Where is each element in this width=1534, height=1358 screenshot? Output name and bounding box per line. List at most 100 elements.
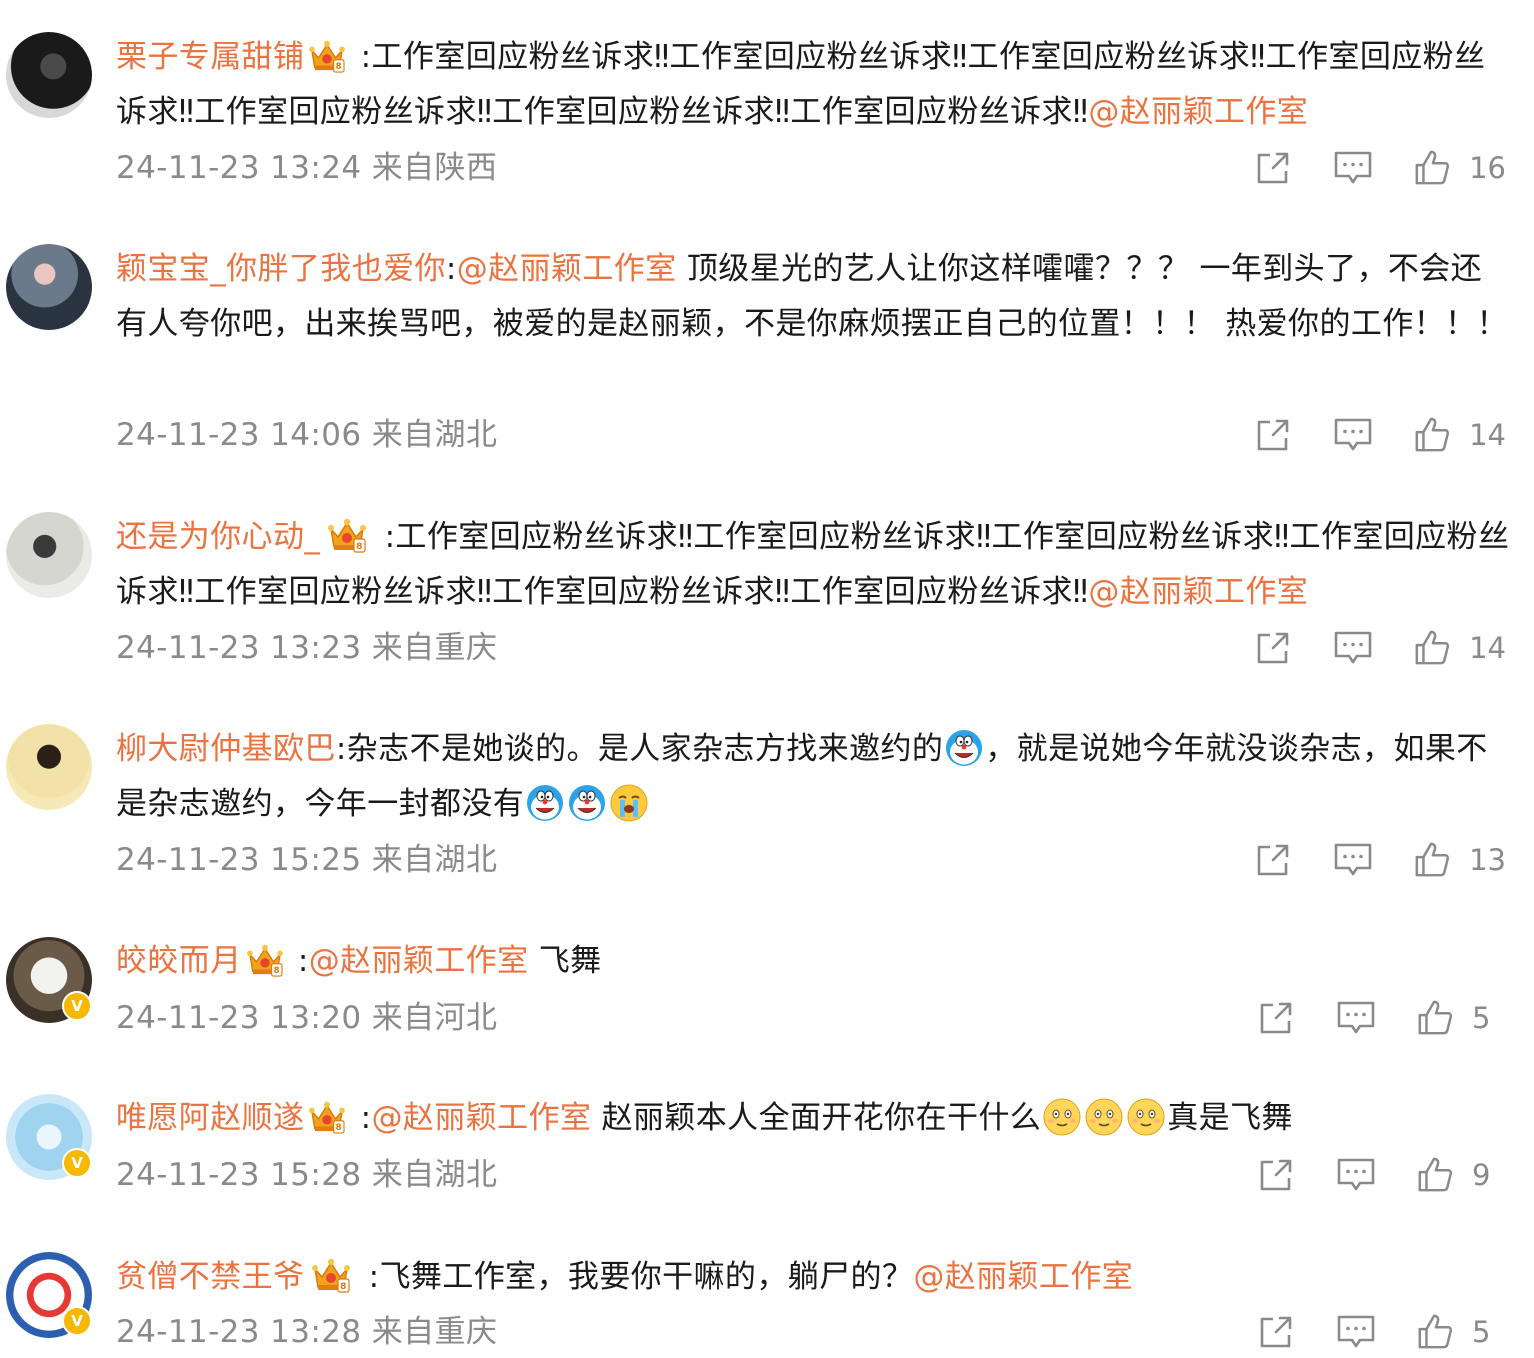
username[interactable]: 栗子专属甜铺	[116, 39, 304, 75]
thumbs-up-icon	[1416, 999, 1454, 1037]
reply-button[interactable]	[1333, 415, 1373, 455]
thumbs-up-icon	[1413, 149, 1451, 187]
avatar[interactable]	[6, 724, 92, 810]
comment-text: 颖宝宝_你胖了我也爱你:@赵丽颖工作室 顶级星光的艺人让你这样嚯嚯？？？ 一年到…	[116, 242, 1511, 352]
mention-link[interactable]: @赵丽颖工作室	[372, 1100, 592, 1136]
separator: :	[350, 39, 372, 75]
share-button[interactable]	[1256, 1312, 1296, 1352]
like-button[interactable]: 9	[1416, 1156, 1506, 1194]
comment-meta: 24-11-23 15:25 来自湖北	[116, 842, 498, 878]
username[interactable]: 颖宝宝_你胖了我也爱你	[116, 251, 446, 287]
separator: :	[350, 1100, 372, 1136]
comment-actions: 5	[1256, 1312, 1506, 1352]
awkward-smile-emoji	[1084, 1097, 1124, 1137]
comment-text: 柳大尉仲基欧巴:杂志不是她谈的。是人家杂志方找来邀约的 ，就是说她今年就没谈杂志，…	[116, 722, 1511, 832]
comment-icon	[1336, 998, 1376, 1038]
separator: :	[374, 519, 396, 555]
share-icon	[1256, 1312, 1296, 1352]
comment-actions: 14	[1253, 415, 1506, 455]
mention-link[interactable]: @赵丽颖工作室	[1088, 94, 1308, 130]
avatar[interactable]: V	[6, 1252, 92, 1338]
crying-emoji	[609, 783, 649, 823]
comment-icon	[1336, 1155, 1376, 1195]
comment-text: 还是为你心动_ :工作室回应粉丝诉求‼工作室回应粉丝诉求‼工作室回应粉丝诉求‼工…	[116, 510, 1511, 620]
mention-link[interactable]: @赵丽颖工作室	[913, 1259, 1133, 1295]
share-icon	[1253, 148, 1293, 188]
thumbs-up-icon	[1413, 841, 1451, 879]
crown-badge-icon	[308, 39, 346, 73]
like-button[interactable]: 5	[1416, 1313, 1506, 1351]
share-button[interactable]	[1256, 1155, 1296, 1195]
thumbs-up-icon	[1413, 416, 1451, 454]
like-button[interactable]: 5	[1416, 999, 1506, 1037]
username[interactable]: 贫僧不禁王爷	[116, 1259, 304, 1295]
share-icon	[1256, 1155, 1296, 1195]
comment-body: 真是飞舞	[1167, 1100, 1293, 1136]
share-button[interactable]	[1253, 148, 1293, 188]
like-count: 13	[1469, 843, 1506, 877]
verified-badge: V	[62, 1306, 92, 1336]
crown-badge-icon	[308, 1257, 354, 1293]
reply-button[interactable]	[1336, 1155, 1376, 1195]
mention-link[interactable]: @赵丽颖工作室	[457, 251, 677, 287]
reply-button[interactable]	[1333, 148, 1373, 188]
awkward-smile-emoji	[1126, 1097, 1166, 1137]
like-button[interactable]: 13	[1413, 841, 1506, 879]
like-count: 5	[1472, 1315, 1491, 1349]
username[interactable]: 柳大尉仲基欧巴	[116, 731, 336, 767]
avatar[interactable]	[6, 512, 92, 598]
reply-button[interactable]	[1333, 628, 1373, 668]
comment-actions: 14	[1253, 628, 1506, 668]
avatar[interactable]: V	[6, 937, 92, 1023]
comment-text: 唯愿阿赵顺遂 :@赵丽颖工作室 赵丽颖本人全面开花你在干什么 真是飞舞	[116, 1091, 1511, 1146]
like-count: 9	[1472, 1158, 1491, 1192]
like-button[interactable]: 14	[1413, 416, 1506, 454]
comment-icon	[1333, 415, 1373, 455]
like-button[interactable]: 16	[1413, 149, 1506, 187]
comment-text: 贫僧不禁王爷 :飞舞工作室，我要你干嘛的，躺尸的？@赵丽颖工作室	[116, 1250, 1511, 1305]
thumbs-up-icon	[1416, 1313, 1454, 1351]
comment-icon	[1333, 148, 1373, 188]
share-icon	[1253, 628, 1293, 668]
thumbs-up-icon	[1413, 629, 1451, 667]
username[interactable]: 唯愿阿赵顺遂	[116, 1100, 304, 1136]
share-button[interactable]	[1253, 840, 1293, 880]
comment-body: 飞舞	[528, 943, 602, 979]
avatar[interactable]	[6, 32, 92, 118]
avatar[interactable]	[6, 244, 92, 330]
awkward-smile-emoji	[1042, 1097, 1082, 1137]
comment-body: 赵丽颖本人全面开花你在干什么	[591, 1100, 1042, 1136]
share-button[interactable]	[1256, 998, 1296, 1038]
mention-link[interactable]: @赵丽颖工作室	[1088, 574, 1308, 610]
share-icon	[1256, 998, 1296, 1038]
verified-badge: V	[62, 991, 92, 1021]
share-button[interactable]	[1253, 628, 1293, 668]
comment-text: 栗子专属甜铺 :工作室回应粉丝诉求‼工作室回应粉丝诉求‼工作室回应粉丝诉求‼工作…	[116, 30, 1511, 140]
share-button[interactable]	[1253, 415, 1293, 455]
comment-body: 杂志不是她谈的。是人家杂志方找来邀约的	[346, 731, 944, 767]
reply-button[interactable]	[1333, 840, 1373, 880]
mention-link[interactable]: @赵丽颖工作室	[309, 943, 529, 979]
reply-button[interactable]	[1336, 998, 1376, 1038]
comment-icon	[1333, 840, 1373, 880]
username[interactable]: 皎皎而月	[116, 943, 242, 979]
comment-meta: 24-11-23 14:06 来自湖北	[116, 417, 498, 453]
comment-meta: 24-11-23 13:20 来自河北	[116, 1000, 498, 1036]
share-icon	[1253, 840, 1293, 880]
separator: :	[335, 731, 347, 767]
comment-actions: 5	[1256, 998, 1506, 1038]
comment-actions: 13	[1253, 840, 1506, 880]
separator: :	[358, 1259, 380, 1295]
separator: :	[287, 943, 309, 979]
comment-meta: 24-11-23 13:23 来自重庆	[116, 630, 498, 666]
thumbs-up-icon	[1416, 1156, 1454, 1194]
reply-button[interactable]	[1336, 1312, 1376, 1352]
crown-badge-icon	[324, 517, 370, 553]
comment-icon	[1336, 1312, 1376, 1352]
doraemon-emoji	[944, 728, 984, 768]
like-button[interactable]: 14	[1413, 629, 1506, 667]
crown-badge-icon	[246, 943, 284, 977]
avatar[interactable]: V	[6, 1094, 92, 1180]
username[interactable]: 还是为你心动_	[116, 519, 320, 555]
comment-actions: 16	[1253, 148, 1506, 188]
